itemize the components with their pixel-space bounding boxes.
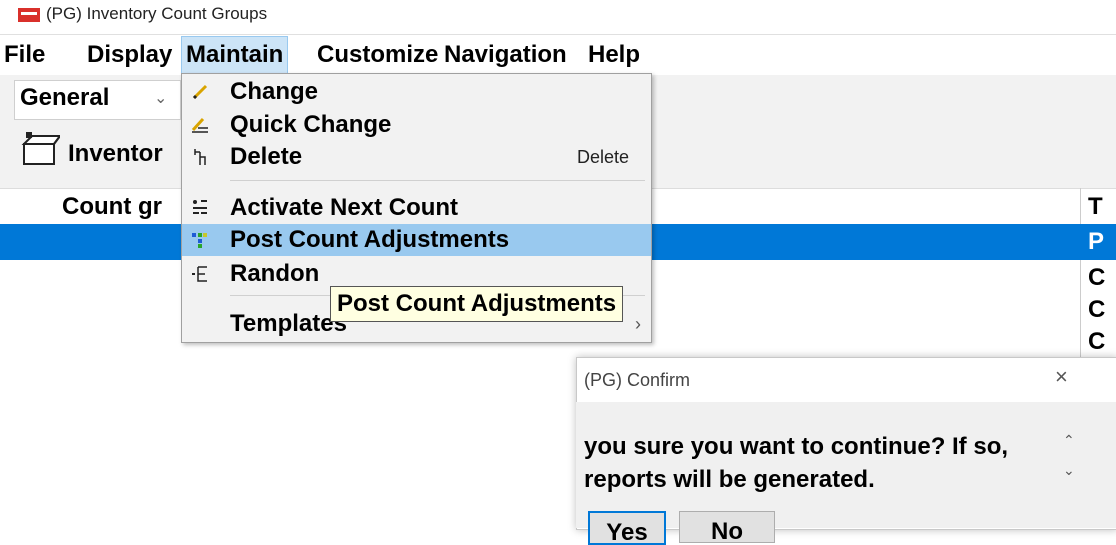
- menu-item-label: Randon: [230, 260, 320, 287]
- post-adjust-icon: [188, 229, 212, 251]
- menu-item-label: Delete: [230, 143, 303, 170]
- menu-bar: File Display Maintain Customize Navigati…: [0, 36, 1116, 74]
- menu-help[interactable]: Help: [584, 37, 644, 73]
- view-select-value: General: [20, 84, 110, 111]
- column-divider: [1080, 188, 1081, 224]
- window-title: (PG) Inventory Count Groups: [46, 4, 268, 23]
- menu-item-label: Post Count Adjustments: [230, 226, 510, 253]
- activate-icon: [188, 197, 212, 219]
- column-divider: [1080, 260, 1081, 360]
- menu-item-delete[interactable]: Delete Delete: [182, 141, 651, 173]
- scroll-up-icon[interactable]: ⌃: [1063, 432, 1075, 449]
- menu-item-post-count-adjustments[interactable]: Post Count Adjustments: [182, 224, 651, 256]
- chevron-right-icon: ›: [635, 314, 641, 334]
- chevron-down-icon[interactable]: ⌄: [154, 88, 167, 108]
- column-header-count-group[interactable]: Count gr: [62, 193, 162, 221]
- table-cell: P: [1088, 228, 1105, 255]
- menu-item-label: Quick Change: [230, 111, 392, 138]
- menu-item-label: Activate Next Count: [230, 194, 459, 221]
- tooltip: Post Count Adjustments: [330, 286, 624, 322]
- infor-logo-icon: [18, 8, 40, 22]
- delete-icon: [188, 146, 212, 168]
- dialog-message: you sure you want to continue? If so, re…: [584, 433, 1009, 493]
- menu-file[interactable]: File: [0, 37, 49, 73]
- scroll-down-icon[interactable]: ⌄: [1063, 462, 1075, 479]
- dialog-title: (PG) Confirm: [584, 370, 691, 390]
- menu-item-label: Change: [230, 78, 319, 105]
- inventory-box-icon: [21, 132, 60, 165]
- menu-navigation[interactable]: Navigation: [440, 37, 571, 73]
- table-cell: C: [1088, 264, 1106, 291]
- yes-button[interactable]: Yes: [588, 511, 666, 545]
- menu-display[interactable]: Display: [83, 37, 176, 73]
- shortcut-label: Delete: [576, 147, 629, 167]
- menu-item-change[interactable]: Change: [182, 76, 651, 108]
- random-list-icon: [188, 263, 212, 285]
- menu-customize[interactable]: Customize: [313, 37, 442, 73]
- table-cell: C: [1088, 328, 1106, 355]
- pencil-icon: [188, 81, 212, 103]
- menu-item-activate-next-count[interactable]: Activate Next Count: [182, 192, 651, 224]
- title-divider: [0, 34, 1116, 35]
- menu-item-quick-change[interactable]: Quick Change: [182, 109, 651, 141]
- quick-edit-icon: [188, 114, 212, 136]
- section-label: Inventor: [68, 140, 163, 167]
- menu-separator: [230, 180, 645, 181]
- no-button[interactable]: No: [679, 511, 775, 543]
- close-icon[interactable]: ×: [1055, 364, 1068, 390]
- column-header-type[interactable]: T: [1088, 193, 1103, 221]
- menu-maintain[interactable]: Maintain: [180, 36, 289, 74]
- table-cell: C: [1088, 296, 1106, 323]
